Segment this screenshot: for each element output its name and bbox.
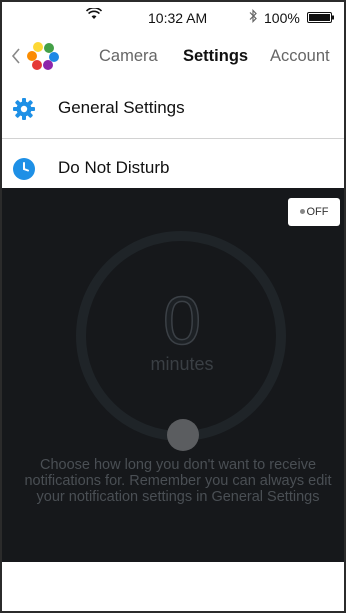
status-bar: 10:32 AM 100% [2,2,344,32]
minutes-value: 0 [162,283,201,359]
bottom-blank-area [2,562,344,611]
status-time: 10:32 AM [148,10,208,26]
gear-icon [13,98,35,120]
tab-settings[interactable]: Settings [183,47,248,66]
dnd-toggle[interactable]: OFF [288,198,340,226]
chevron-left-icon[interactable] [10,46,22,66]
battery-icon [307,12,334,23]
clock-icon [13,158,35,180]
tab-camera[interactable]: Camera [99,47,158,66]
general-settings-label: General Settings [58,98,185,117]
battery-percent: 100% [264,10,300,26]
general-settings-row[interactable]: General Settings [2,82,344,136]
dnd-toggle-label: OFF [306,206,329,218]
minutes-label: minutes [150,354,214,374]
tab-account[interactable]: Account [270,47,330,66]
app-logo-icon[interactable] [26,40,60,72]
row-divider [2,138,344,139]
dnd-helper-text: Choose how long you don't want to receiv… [24,457,332,505]
toggle-dot-icon [299,208,305,214]
bluetooth-icon [249,9,257,23]
app-frame: 10:32 AM 100% Camera Settings Account Ge… [0,0,346,613]
do-not-disturb-panel: OFF 0 minutes Choose how long you don't … [2,188,344,562]
wifi-icon [86,8,102,19]
do-not-disturb-label: Do Not Disturb [58,158,170,177]
top-nav-bar: Camera Settings Account [2,32,344,82]
dial-handle[interactable] [167,419,199,451]
